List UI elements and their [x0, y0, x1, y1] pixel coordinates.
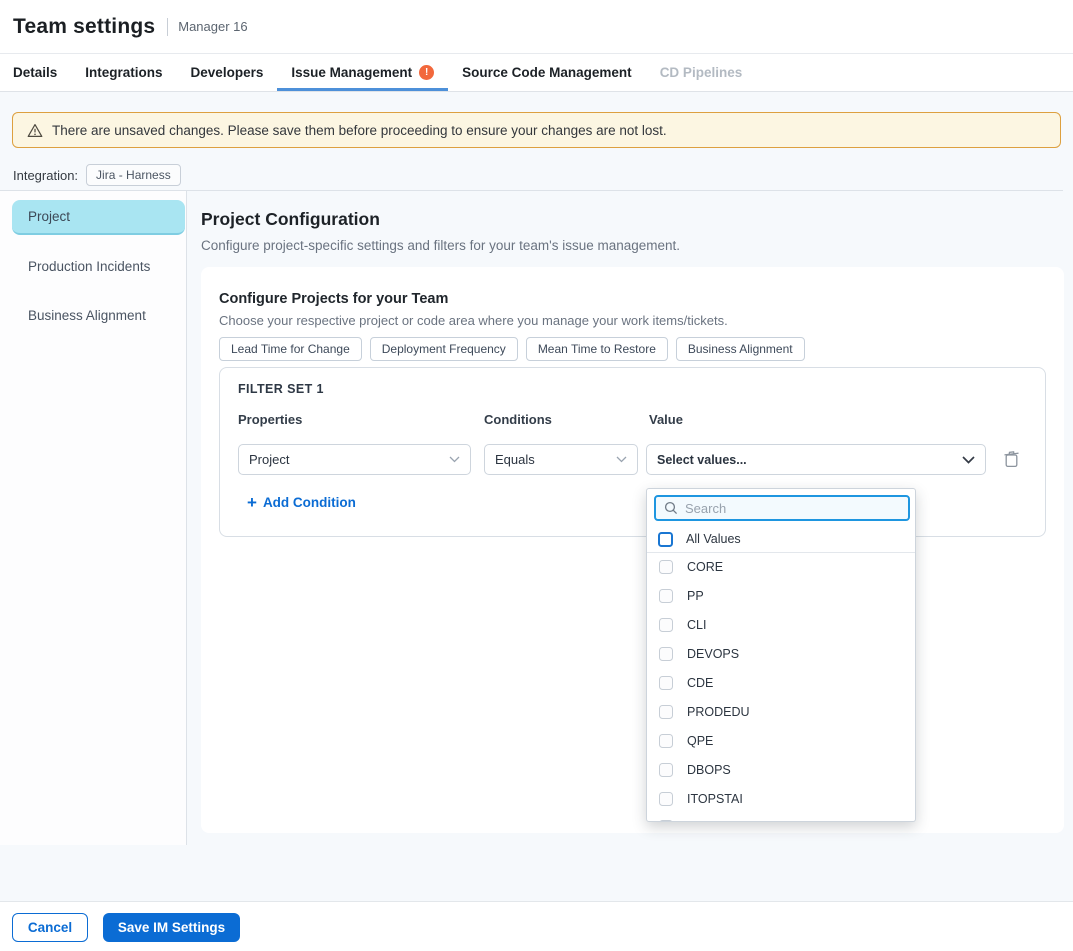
- card-title: Configure Projects for your Team: [219, 291, 448, 307]
- option-checkbox[interactable]: [659, 589, 673, 603]
- option-label: ITOPSTAI: [687, 792, 743, 806]
- tab-developers[interactable]: Developers: [177, 54, 278, 91]
- tab-issue-management[interactable]: Issue Management !: [277, 54, 448, 91]
- option-label: PP: [687, 589, 704, 603]
- option-label: PRODEDU: [687, 705, 750, 719]
- all-values-checkbox[interactable]: [658, 532, 673, 547]
- column-header-value: Value: [649, 412, 683, 427]
- integration-row: Integration: Jira - Harness: [13, 163, 181, 187]
- option-dbops[interactable]: DBOPS: [647, 755, 916, 784]
- sidebar-divider: [186, 191, 187, 845]
- title-divider: [167, 18, 168, 36]
- team-name: Manager 16: [178, 19, 247, 34]
- option-label: CLI: [687, 618, 706, 632]
- settings-sidebar: [0, 191, 186, 845]
- option-prodedu[interactable]: PRODEDU: [647, 697, 916, 726]
- option-label: PIPE: [687, 820, 716, 822]
- tab-details[interactable]: Details: [13, 54, 71, 91]
- option-checkbox[interactable]: [659, 560, 673, 574]
- configure-projects-card: Configure Projects for your Team Choose …: [201, 267, 1064, 833]
- option-label: CDE: [687, 676, 713, 690]
- search-icon: [664, 501, 678, 515]
- option-label: CORE: [687, 560, 723, 574]
- option-pp[interactable]: PP: [647, 582, 916, 611]
- add-condition-label: Add Condition: [263, 495, 356, 510]
- tab-issue-management-label: Issue Management: [291, 65, 412, 80]
- page-header: Team settings Manager 16: [0, 0, 1073, 53]
- section-title: Project Configuration: [201, 209, 380, 230]
- tab-source-code-management[interactable]: Source Code Management: [448, 54, 646, 91]
- section-subtitle: Configure project-specific settings and …: [201, 238, 680, 253]
- option-checkbox[interactable]: [659, 676, 673, 690]
- dropdown-search-box[interactable]: [654, 495, 910, 521]
- team-settings-page: Team settings Manager 16 Details Integra…: [0, 0, 1073, 951]
- condition-select-value: Equals: [495, 452, 616, 467]
- value-multiselect[interactable]: Select values...: [646, 444, 986, 475]
- option-label: DEVOPS: [687, 647, 739, 661]
- option-core[interactable]: CORE: [647, 553, 916, 582]
- tab-bar: Details Integrations Developers Issue Ma…: [0, 53, 1073, 92]
- select-all-option[interactable]: All Values: [647, 527, 916, 551]
- option-checkbox[interactable]: [659, 792, 673, 806]
- all-values-label: All Values: [686, 532, 741, 546]
- condition-select[interactable]: Equals: [484, 444, 638, 475]
- column-header-properties: Properties: [238, 412, 302, 427]
- chip-business-alignment[interactable]: Business Alignment: [676, 337, 805, 361]
- dropdown-options-list: CORE PP CLI DEVOPS CDE PRODEDU QPE DBOPS…: [647, 553, 916, 822]
- option-checkbox[interactable]: [659, 705, 673, 719]
- filter-set-title: FILTER SET 1: [238, 382, 324, 396]
- card-subtitle: Choose your respective project or code a…: [219, 313, 728, 328]
- option-itopstai[interactable]: ITOPSTAI: [647, 784, 916, 813]
- footer-bar: Cancel Save IM Settings: [0, 901, 1073, 951]
- option-checkbox[interactable]: [659, 763, 673, 777]
- tab-integrations[interactable]: Integrations: [71, 54, 176, 91]
- value-dropdown-panel: All Values CORE PP CLI DEVOPS CDE PRODED…: [646, 488, 916, 822]
- filter-set-1: FILTER SET 1 Properties Conditions Value…: [219, 367, 1046, 537]
- integration-label: Integration:: [13, 168, 78, 183]
- integration-chip[interactable]: Jira - Harness: [86, 164, 181, 186]
- option-checkbox[interactable]: [659, 820, 673, 822]
- property-select[interactable]: Project: [238, 444, 471, 475]
- chevron-down-icon: [616, 456, 627, 463]
- warning-icon: [27, 123, 43, 138]
- chip-deployment-frequency[interactable]: Deployment Frequency: [370, 337, 518, 361]
- option-pipe[interactable]: PIPE: [647, 813, 916, 822]
- option-cde[interactable]: CDE: [647, 669, 916, 698]
- banner-message: There are unsaved changes. Please save t…: [52, 123, 667, 138]
- option-checkbox[interactable]: [659, 647, 673, 661]
- plus-icon: +: [247, 494, 257, 511]
- value-select-placeholder: Select values...: [657, 453, 962, 467]
- sidebar-item-business-alignment[interactable]: Business Alignment: [12, 298, 185, 333]
- chevron-down-icon: [449, 456, 460, 463]
- cancel-button[interactable]: Cancel: [12, 913, 88, 942]
- delete-condition-button[interactable]: [1003, 450, 1021, 468]
- option-checkbox[interactable]: [659, 734, 673, 748]
- chip-mean-time-to-restore[interactable]: Mean Time to Restore: [526, 337, 668, 361]
- property-select-value: Project: [249, 452, 449, 467]
- metric-chips: Lead Time for Change Deployment Frequenc…: [219, 337, 805, 361]
- chevron-down-icon: [962, 456, 975, 464]
- page-title: Team settings: [13, 15, 155, 39]
- option-checkbox[interactable]: [659, 618, 673, 632]
- option-label: DBOPS: [687, 763, 731, 777]
- option-devops[interactable]: DEVOPS: [647, 640, 916, 669]
- chip-lead-time-for-change[interactable]: Lead Time for Change: [219, 337, 362, 361]
- search-input[interactable]: [685, 501, 900, 516]
- option-label: QPE: [687, 734, 713, 748]
- sidebar-item-project[interactable]: Project: [12, 200, 185, 235]
- column-header-conditions: Conditions: [484, 412, 552, 427]
- option-qpe[interactable]: QPE: [647, 726, 916, 755]
- tab-cd-pipelines: CD Pipelines: [646, 54, 757, 91]
- option-cli[interactable]: CLI: [647, 611, 916, 640]
- unsaved-changes-badge-icon: !: [419, 65, 434, 80]
- sidebar-item-production-incidents[interactable]: Production Incidents: [12, 249, 185, 284]
- unsaved-changes-banner: There are unsaved changes. Please save t…: [12, 112, 1061, 148]
- add-condition-button[interactable]: + Add Condition: [247, 494, 356, 511]
- save-im-settings-button[interactable]: Save IM Settings: [103, 913, 240, 942]
